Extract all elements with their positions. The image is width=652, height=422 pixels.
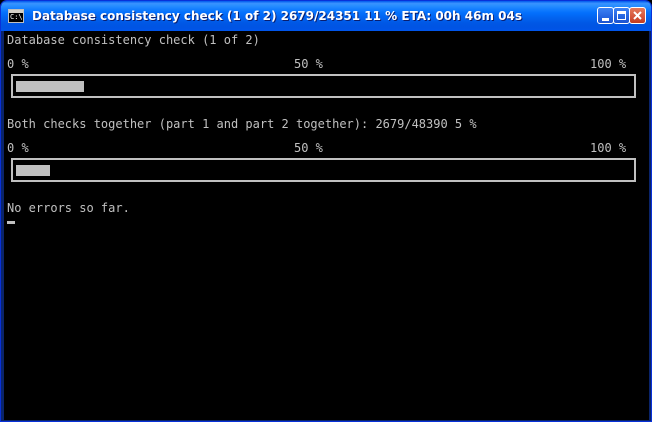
scale-mid-label-2: 50 % — [294, 141, 323, 155]
console-icon[interactable]: C:\ — [8, 9, 24, 23]
scale-max-label-1: 100 % — [590, 57, 627, 71]
progress-bar-current-check — [11, 74, 636, 98]
close-button[interactable] — [629, 7, 646, 24]
progress-fill-current-check — [16, 81, 84, 92]
title-bar[interactable]: C:\ Database consistency check (1 of 2) … — [1, 1, 651, 31]
window-title: Database consistency check (1 of 2) 2679… — [32, 9, 522, 23]
minimize-button[interactable] — [597, 7, 614, 24]
minimize-icon — [602, 18, 609, 21]
maximize-button[interactable] — [613, 7, 630, 24]
error-status: No errors so far. — [7, 201, 130, 215]
console-window: C:\ Database consistency check (1 of 2) … — [0, 0, 652, 422]
console-icon-glyph: C:\ — [10, 13, 23, 21]
progress-bar-both-checks — [11, 158, 636, 182]
maximize-icon — [617, 11, 626, 20]
close-icon — [633, 11, 642, 20]
both-checks-status: Both checks together (part 1 and part 2 … — [7, 117, 477, 131]
scale-max-label-2: 100 % — [590, 141, 627, 155]
check-heading: Database consistency check (1 of 2) — [7, 33, 260, 47]
text-cursor — [7, 221, 15, 224]
progress-fill-both-checks — [16, 165, 50, 176]
scale-mid-label-1: 50 % — [294, 57, 323, 71]
scale-min-label-1: 0 % — [7, 57, 29, 71]
scale-min-label-2: 0 % — [7, 141, 29, 155]
console-output[interactable]: Database consistency check (1 of 2) 0 % … — [4, 31, 649, 420]
